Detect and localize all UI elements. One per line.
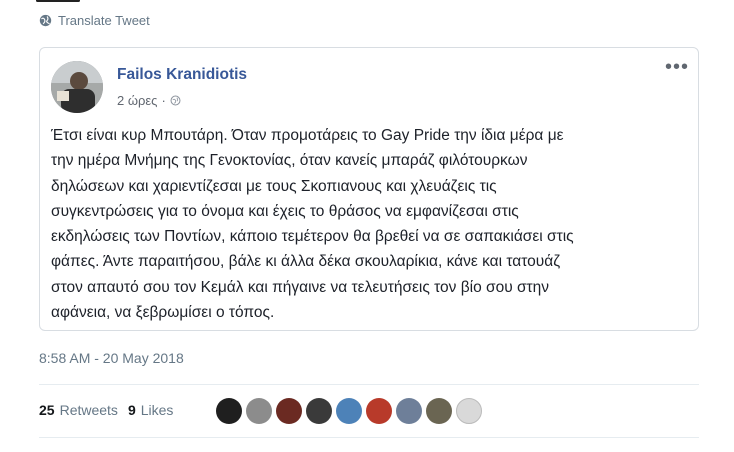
liker-avatar[interactable] bbox=[306, 398, 332, 424]
post-line: δηλώσεων και χαριεντίζεσαι με τους Σκοπι… bbox=[51, 177, 497, 195]
post-line: την ημέρα Μνήμης της Γενοκτονίας, όταν κ… bbox=[51, 152, 528, 170]
truncated-text-above bbox=[36, 0, 96, 4]
liker-avatar[interactable] bbox=[456, 398, 482, 424]
author-avatar[interactable] bbox=[51, 61, 103, 113]
translate-tweet-link[interactable]: Translate Tweet bbox=[39, 13, 150, 28]
retweets-stat[interactable]: 25 Retweets bbox=[39, 402, 118, 418]
liker-avatar[interactable] bbox=[366, 398, 392, 424]
tweet-stats: 25 Retweets 9 Likes bbox=[39, 402, 183, 418]
liker-avatars bbox=[216, 398, 486, 424]
post-line: φάπες. Άντε παραιτήσου, βάλε κι άλλα δέκ… bbox=[51, 253, 561, 271]
liker-avatar[interactable] bbox=[336, 398, 362, 424]
post-time[interactable]: 2 ώρες bbox=[117, 93, 157, 108]
divider bbox=[39, 384, 699, 385]
meta-separator: · bbox=[161, 93, 166, 108]
more-options-icon[interactable]: ••• bbox=[665, 57, 689, 77]
liker-avatar[interactable] bbox=[276, 398, 302, 424]
post-line: εκδηλώσεις των Ποντίων, κάποιο τεμέτερον… bbox=[51, 228, 574, 246]
tweet-timestamp[interactable]: 8:58 AM - 20 May 2018 bbox=[39, 350, 184, 366]
globe-icon bbox=[39, 14, 52, 27]
divider bbox=[39, 437, 699, 438]
liker-avatar[interactable] bbox=[426, 398, 452, 424]
likes-stat[interactable]: 9 Likes bbox=[128, 402, 173, 418]
author-name[interactable]: Failos Kranidiotis bbox=[117, 66, 247, 84]
translate-label: Translate Tweet bbox=[58, 13, 150, 28]
post-line: Έτσι είναι κυρ Μπουτάρη. Όταν προμοτάρει… bbox=[51, 127, 564, 144]
post-line: συγκεντρώσεις για το όνομα και έχεις το … bbox=[51, 202, 519, 220]
globe-icon bbox=[170, 95, 181, 106]
liker-avatar[interactable] bbox=[396, 398, 422, 424]
retweets-label: Retweets bbox=[59, 402, 118, 418]
post-line: αφάνεια, να ξεβρωμίσει ο τόπος. bbox=[51, 304, 275, 322]
post-body: Έτσι είναι κυρ Μπουτάρη. Όταν προμοτάρει… bbox=[51, 123, 681, 325]
retweets-count: 25 bbox=[39, 402, 55, 418]
post-meta: 2 ώρες · bbox=[117, 93, 181, 108]
post-line: στον απαυτό σου τον Κεμάλ και πήγαινε να… bbox=[51, 278, 550, 296]
liker-avatar[interactable] bbox=[216, 398, 242, 424]
liker-avatar[interactable] bbox=[246, 398, 272, 424]
likes-count: 9 bbox=[127, 402, 136, 418]
likes-label: Likes bbox=[140, 402, 174, 418]
embedded-facebook-post[interactable]: Failos Kranidiotis 2 ώρες · ••• Έτσι είν… bbox=[39, 47, 699, 331]
